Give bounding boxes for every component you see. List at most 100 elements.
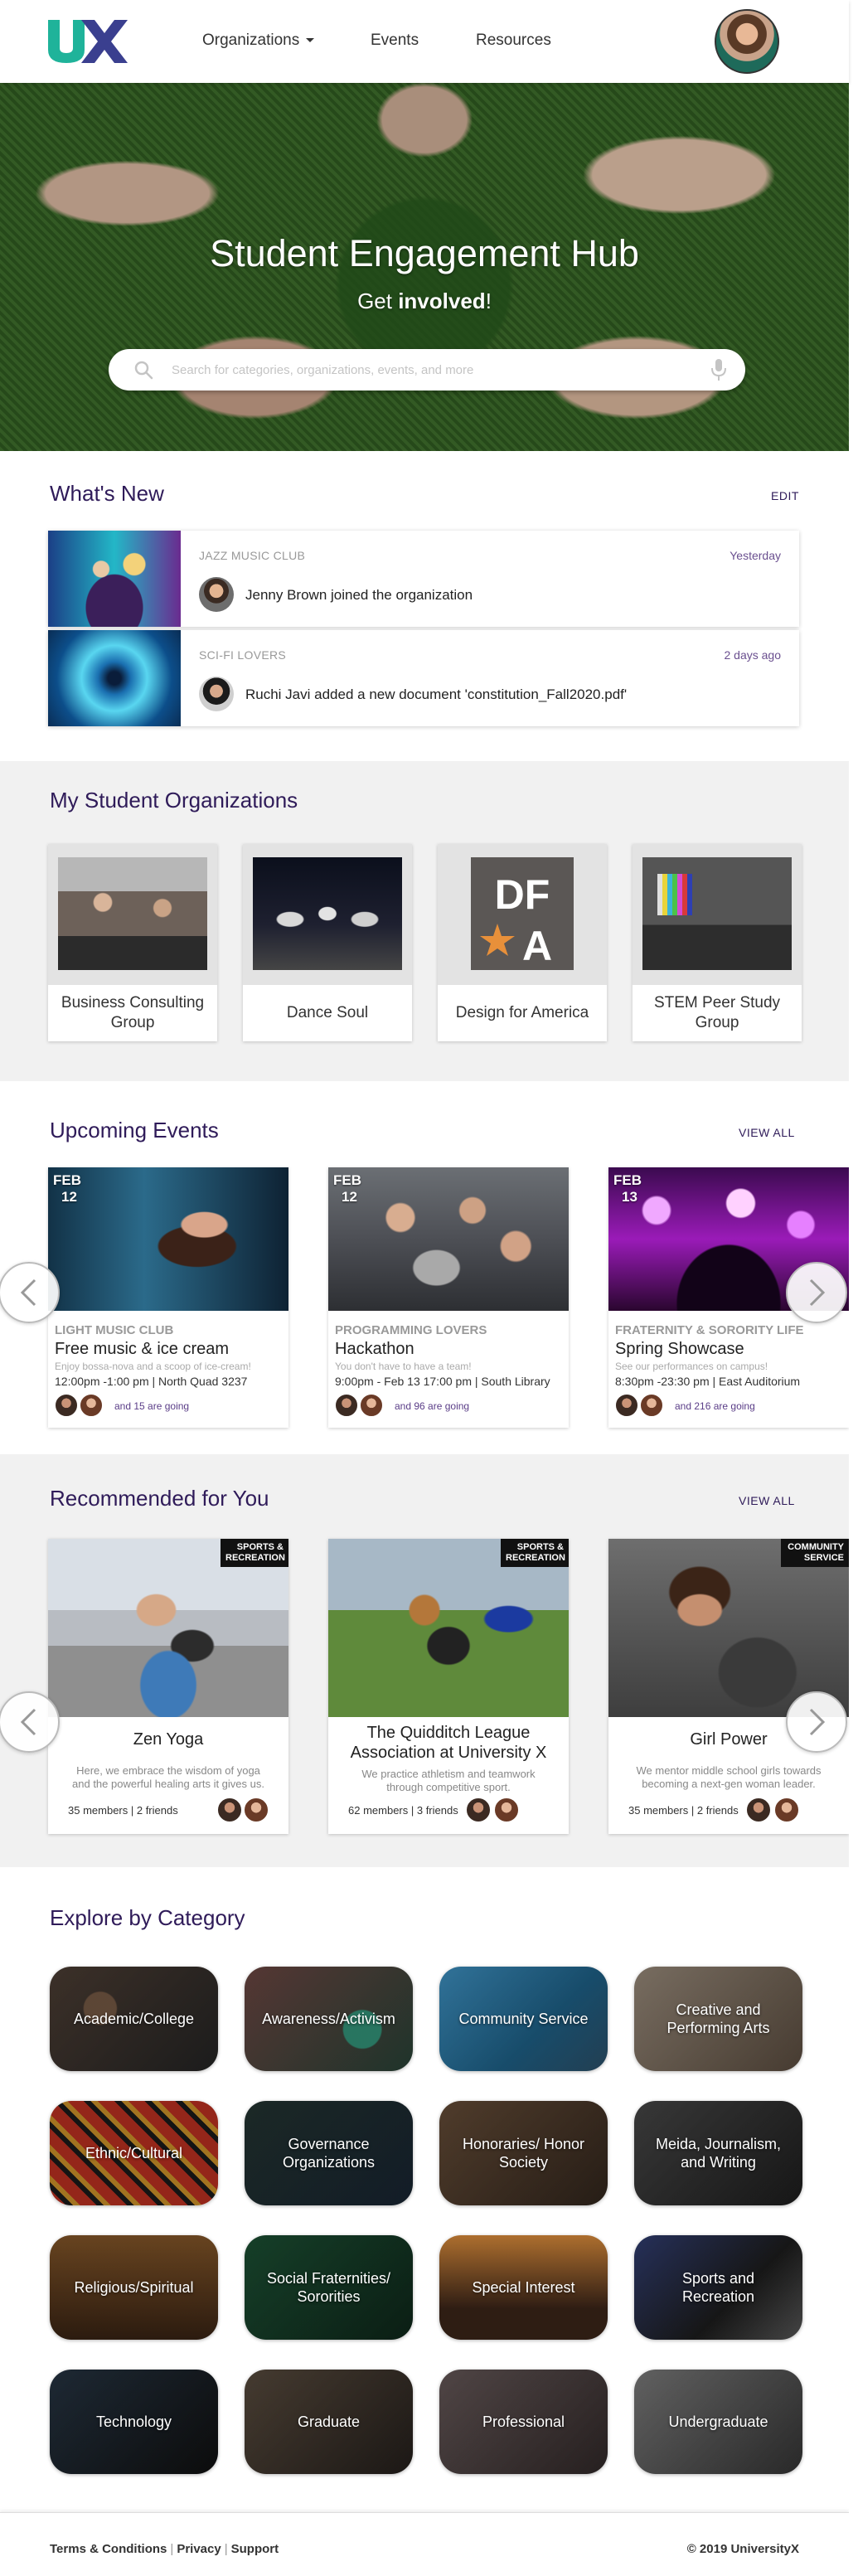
- category-media[interactable]: Meida, Journalism, and Writing: [634, 2101, 802, 2205]
- support-link[interactable]: Support: [231, 2542, 279, 2556]
- event-image: [328, 1167, 569, 1311]
- event-going[interactable]: and 15 are going: [114, 1400, 189, 1412]
- news-item[interactable]: SCI-FI LOVERS 2 days ago Ruchi Javi adde…: [48, 630, 799, 726]
- events-view-all[interactable]: VIEW ALL: [739, 1126, 795, 1139]
- org-image-frame: DF A: [438, 844, 607, 985]
- tag-line: RECREATION: [506, 1553, 565, 1563]
- news-time: 2 days ago: [724, 648, 782, 662]
- divider: |: [170, 2542, 174, 2556]
- nav-resources[interactable]: Resources: [476, 32, 551, 50]
- search-bar[interactable]: [109, 349, 745, 391]
- news-time: Yesterday: [730, 549, 781, 562]
- svg-text:A: A: [522, 923, 552, 969]
- category-professional[interactable]: Professional: [439, 2370, 608, 2474]
- recommended-next-button[interactable]: [786, 1691, 847, 1753]
- jazz-club-image: [48, 531, 181, 627]
- avatar: [244, 1797, 269, 1822]
- hero-subtitle-suffix: !: [485, 289, 492, 313]
- event-date: FEB 13: [613, 1172, 642, 1206]
- category-ethnic-cultural[interactable]: Ethnic/Cultural: [50, 2101, 218, 2205]
- page-margin: [849, 0, 858, 2576]
- event-desc: Enjoy bossa-nova and a scoop of ice-crea…: [55, 1361, 251, 1372]
- terms-link[interactable]: Terms & Conditions: [50, 2542, 167, 2556]
- org-card[interactable]: STEM Peer Study Group: [633, 844, 802, 1041]
- event-month: FEB: [613, 1172, 642, 1188]
- category-governance[interactable]: Governance Organizations: [245, 2101, 413, 2205]
- privacy-link[interactable]: Privacy: [177, 2542, 221, 2556]
- news-text: Ruchi Javi added a new document 'constit…: [245, 686, 628, 702]
- nav-events[interactable]: Events: [371, 32, 419, 50]
- sci-fi-image: [48, 630, 181, 726]
- avatar: [494, 1797, 519, 1822]
- category-community-service[interactable]: Community Service: [439, 1967, 608, 2071]
- recommended-view-all[interactable]: VIEW ALL: [739, 1494, 795, 1507]
- category-undergraduate[interactable]: Undergraduate: [634, 2370, 802, 2474]
- avatar: [217, 1797, 242, 1822]
- news-item[interactable]: JAZZ MUSIC CLUB Yesterday Jenny Brown jo…: [48, 531, 799, 627]
- divider: |: [224, 2542, 228, 2556]
- event-title: Free music & ice cream: [55, 1340, 230, 1358]
- events-prev-button[interactable]: [0, 1262, 60, 1323]
- whats-new-title: What's New: [50, 481, 164, 506]
- footer: Terms & Conditions | Privacy | Support © 201…: [0, 2512, 849, 2576]
- org-card[interactable]: Dance Soul: [243, 844, 412, 1041]
- org-name: Business Consulting Group: [61, 994, 205, 1031]
- org-card[interactable]: DF A Design for America: [438, 844, 607, 1041]
- category-technology[interactable]: Technology: [50, 2370, 218, 2474]
- category-tag: COMMUNITY SERVICE: [781, 1539, 849, 1567]
- tag-line: COMMUNITY: [788, 1542, 844, 1552]
- chevron-left-icon: [20, 1278, 36, 1307]
- org-image: [642, 857, 792, 970]
- recommended-card[interactable]: SPORTS & RECREATION Zen Yoga Here, we emb…: [48, 1539, 288, 1834]
- category-academic[interactable]: Academic/College: [50, 1967, 218, 2071]
- avatar: [55, 1394, 78, 1417]
- microphone-icon[interactable]: [710, 358, 727, 381]
- nav-organizations[interactable]: Organizations: [202, 32, 315, 50]
- search-input[interactable]: [172, 359, 677, 381]
- recommended-card[interactable]: SPORTS & RECREATION The Quidditch League …: [328, 1539, 569, 1834]
- search-icon: [134, 361, 153, 380]
- nav-organizations-label: Organizations: [202, 32, 300, 49]
- category-awareness[interactable]: Awareness/Activism: [245, 1967, 413, 2071]
- avatar: [80, 1394, 103, 1417]
- recommended-meta: 35 members | 2 friends: [68, 1804, 178, 1817]
- recommended-title: Recommended for You: [50, 1486, 269, 1511]
- ux-logo[interactable]: [48, 20, 138, 63]
- recommended-meta: 62 members | 3 friends: [348, 1804, 458, 1817]
- org-image-frame: [243, 844, 412, 985]
- svg-text:DF: DF: [495, 871, 550, 918]
- recommended-card[interactable]: COMMUNITY SERVICE Girl Power We mentor mi…: [608, 1539, 849, 1834]
- event-image: [48, 1167, 288, 1311]
- event-going[interactable]: and 96 are going: [395, 1400, 469, 1412]
- categories-title: Explore by Category: [50, 1905, 245, 1930]
- user-avatar[interactable]: [715, 9, 779, 74]
- copyright: © 2019 UniversityX: [686, 2542, 799, 2556]
- chevron-right-icon: [809, 1278, 826, 1307]
- category-graduate[interactable]: Graduate: [245, 2370, 413, 2474]
- hero-title: Student Engagement Hub: [210, 232, 639, 274]
- event-date: FEB 12: [333, 1172, 361, 1206]
- my-orgs-title: My Student Organizations: [50, 788, 298, 813]
- category-sports[interactable]: Sports and Recreation: [634, 2235, 802, 2340]
- category-greek-life[interactable]: Social Fraternities/ Sororities: [245, 2235, 413, 2340]
- category-creative-arts[interactable]: Creative and Performing Arts: [634, 1967, 802, 2071]
- category-special-interest[interactable]: Special Interest: [439, 2235, 608, 2340]
- recommended-prev-button[interactable]: [0, 1691, 60, 1753]
- category-religious[interactable]: Religious/Spiritual: [50, 2235, 218, 2340]
- event-day: 12: [61, 1189, 77, 1205]
- edit-link[interactable]: EDIT: [771, 489, 799, 502]
- org-card[interactable]: Business Consulting Group: [48, 844, 217, 1041]
- events-next-button[interactable]: [786, 1262, 847, 1323]
- news-club: JAZZ MUSIC CLUB: [199, 549, 306, 562]
- event-card[interactable]: FEB 12 PROGRAMMING LOVERS Hackathon You d…: [328, 1167, 569, 1428]
- avatar: [746, 1797, 771, 1822]
- event-going[interactable]: and 216 are going: [675, 1400, 755, 1412]
- recommended-name: The Quidditch League Association at Univ…: [350, 1724, 547, 1762]
- recommended-desc: Here, we embrace the wisdom of yoga and …: [72, 1764, 264, 1790]
- category-tag: SPORTS & RECREATION: [501, 1539, 569, 1567]
- avatar: [360, 1394, 383, 1417]
- category-honoraries[interactable]: Honoraries/ Honor Society: [439, 2101, 608, 2205]
- org-image: [58, 857, 207, 970]
- event-card[interactable]: FEB 12 LIGHT MUSIC CLUB Free music & ice …: [48, 1167, 288, 1428]
- event-meta: 9:00pm - Feb 13 17:00 pm | South Library: [335, 1375, 550, 1388]
